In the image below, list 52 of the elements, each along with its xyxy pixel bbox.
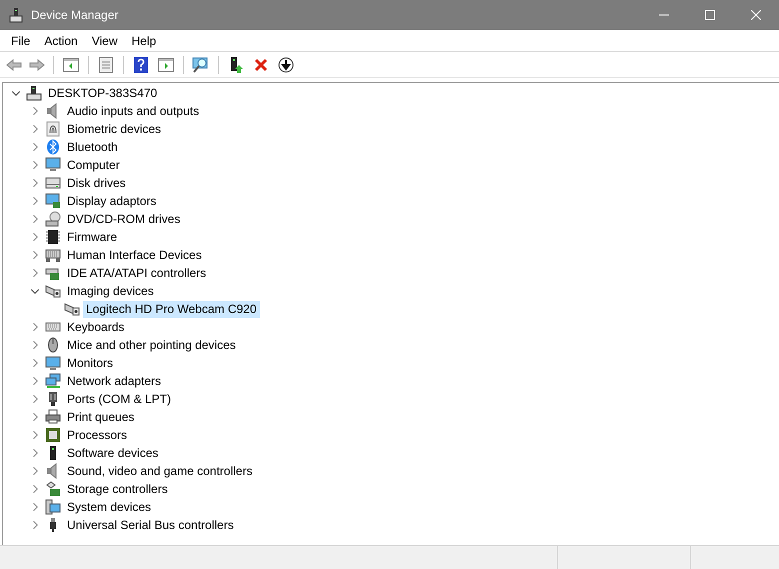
mouse-icon: [45, 337, 61, 353]
menu-item[interactable]: Help: [124, 30, 164, 50]
monitor-icon: [45, 355, 61, 371]
tree-item[interactable]: Print queues: [64, 408, 138, 426]
system-icon: [45, 499, 61, 515]
menu-item[interactable]: View: [84, 30, 124, 50]
tree-item[interactable]: Audio inputs and outputs: [64, 102, 202, 120]
menu-item[interactable]: File: [4, 30, 38, 50]
tree-item[interactable]: Display adaptors: [64, 192, 160, 210]
tree-item[interactable]: Keyboards: [64, 318, 128, 336]
tree-item[interactable]: Logitech HD Pro Webcam C920: [83, 300, 260, 318]
printer-icon: [45, 409, 61, 425]
tree-item[interactable]: Storage controllers: [64, 480, 171, 498]
x-mark-icon: [254, 58, 268, 72]
tree-item[interactable]: Bluetooth: [64, 138, 121, 156]
tree-item[interactable]: Universal Serial Bus controllers: [64, 516, 237, 534]
tree-item[interactable]: Software devices: [64, 444, 162, 462]
chip-icon: [45, 229, 61, 245]
tree-item[interactable]: Disk drives: [64, 174, 129, 192]
tree-item[interactable]: Monitors: [64, 354, 116, 372]
tree-item[interactable]: IDE ATA/ATAPI controllers: [64, 264, 210, 282]
tree-item[interactable]: Firmware: [64, 228, 120, 246]
tree-item[interactable]: Imaging devices: [64, 282, 157, 300]
tree-item[interactable]: System devices: [64, 498, 154, 516]
display-card-icon: [45, 193, 61, 209]
keyboard-icon: [45, 247, 61, 263]
tree-item[interactable]: Computer: [64, 156, 123, 174]
monitor-icon: [45, 157, 61, 173]
webcam-icon: [45, 283, 61, 299]
maximize-icon: [705, 10, 715, 20]
menu-item[interactable]: Action: [37, 30, 85, 50]
tree-item[interactable]: DESKTOP-383S470: [45, 84, 160, 102]
bluetooth-icon: [45, 139, 61, 155]
fingerprint-icon: [45, 121, 61, 137]
processor-icon: [45, 427, 61, 443]
drive-icon: [45, 175, 61, 191]
tree-item[interactable]: Mice and other pointing devices: [64, 336, 239, 354]
tree-item[interactable]: Processors: [64, 426, 130, 444]
tree-item[interactable]: Network adapters: [64, 372, 164, 390]
computer-icon: [26, 85, 42, 101]
storage-card-icon: [45, 481, 61, 497]
tree-item[interactable]: Human Interface Devices: [64, 246, 205, 264]
computer-icon: [9, 7, 23, 23]
close-icon: [751, 10, 761, 20]
tree-item[interactable]: Ports (COM & LPT): [64, 390, 174, 408]
tree-item[interactable]: Biometric devices: [64, 120, 164, 138]
window-title: Device Manager: [31, 7, 118, 24]
webcam-icon: [64, 301, 80, 317]
tree-item[interactable]: Sound, video and game controllers: [64, 462, 256, 480]
disc-drive-icon: [45, 211, 61, 227]
tree-item[interactable]: DVD/CD-ROM drives: [64, 210, 184, 228]
network-icon: [45, 373, 61, 389]
